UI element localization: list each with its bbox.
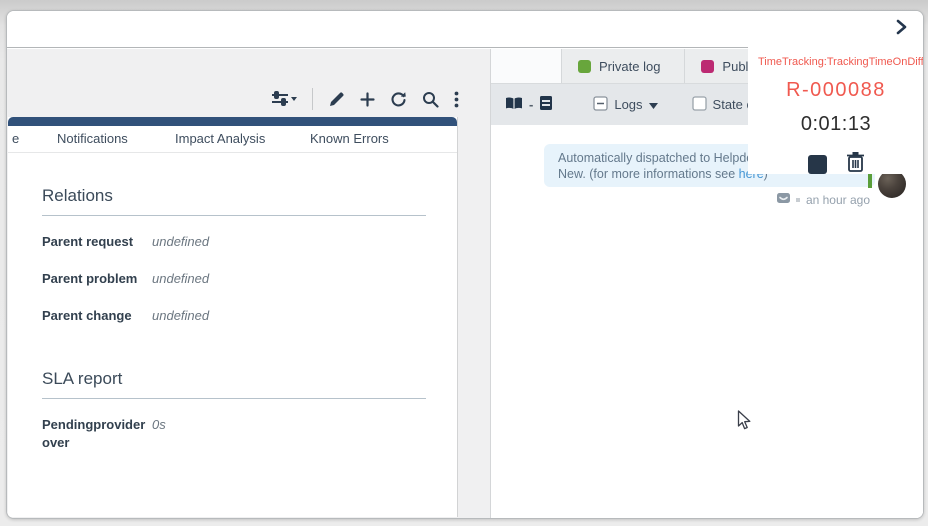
private-log-swatch [578,60,591,73]
field-row: Parent change undefined [42,307,426,325]
public-log-swatch [701,60,714,73]
add-plus-icon[interactable] [360,92,375,107]
log-entry-timestamp: an hour ago [806,193,870,207]
time-tracker-title: TimeTracking:TrackingTimeOnDiffC [748,56,924,68]
time-tracker-elapsed: 0:01:13 [748,113,924,136]
avatar [878,170,906,198]
private-log-indicator [868,173,872,188]
log-entry-meta: an hour ago [777,191,870,209]
object-toolbar [247,87,459,111]
object-tab-content: Relations Parent request undefined Paren… [8,186,457,452]
state-change-checkbox[interactable] [692,96,707,114]
section-title-relations: Relations [42,186,426,206]
open-book-icon[interactable] [505,96,523,114]
trash-icon[interactable] [846,151,865,174]
toolbar-divider [312,88,313,110]
field-row: Parent request undefined [42,233,426,251]
view-mode-group: - [505,95,553,114]
field-label: Pendingprovider over [42,416,152,452]
time-tracker-ticket-ref: R-000088 [748,79,924,102]
object-details-card: e Notifications Impact Analysis Known Er… [8,117,458,517]
dash-separator: - [529,97,533,112]
collapse-minus-square-icon[interactable] [593,96,608,114]
desktop-background: e Notifications Impact Analysis Known Er… [0,0,928,526]
field-row: Parent problem undefined [42,270,426,288]
section-divider [42,215,426,216]
tab-impact-analysis[interactable]: Impact Analysis [175,131,265,146]
filter-icon[interactable] [271,90,297,108]
field-value: 0s [152,416,166,452]
tab-cut-off[interactable]: e [12,131,19,146]
time-tracker-actions [748,151,924,174]
tab-notifications[interactable]: Notifications [57,131,128,146]
more-kebab-icon[interactable] [454,91,459,108]
card-accent-bar [8,117,457,126]
field-value: undefined [152,270,209,288]
app-window: e Notifications Impact Analysis Known Er… [6,10,924,519]
field-value: undefined [152,233,209,251]
tab-private-log-label: Private log [599,59,660,74]
field-label: Parent change [42,307,152,325]
field-row: Pendingprovider over 0s [42,416,426,452]
activity-feed: Automatically dispatched to Helpdes New.… [491,125,923,518]
section-divider [42,398,426,399]
field-label: Parent request [42,233,152,251]
search-icon[interactable] [422,91,439,108]
logs-dropdown-label[interactable]: Logs [614,97,642,112]
object-tabs: e Notifications Impact Analysis Known Er… [8,126,457,153]
section-title-sla-report: SLA report [42,369,426,389]
edit-pencil-icon[interactable] [328,91,345,108]
caret-down-icon[interactable] [649,97,658,112]
field-value: undefined [152,307,209,325]
stop-button[interactable] [808,155,827,174]
time-tracker-widget: TimeTracking:TrackingTimeOnDiffC R-00008… [748,40,924,174]
chevron-right-icon[interactable] [891,17,911,37]
logs-filter-group[interactable]: Logs [593,96,657,114]
closed-book-icon[interactable] [539,95,553,114]
tab-private-log[interactable]: Private log [562,49,685,83]
field-label: Parent problem [42,270,152,288]
separator-dot [796,198,800,202]
message-icon [777,191,790,209]
tab-known-errors[interactable]: Known Errors [310,131,389,146]
refresh-icon[interactable] [390,91,407,108]
